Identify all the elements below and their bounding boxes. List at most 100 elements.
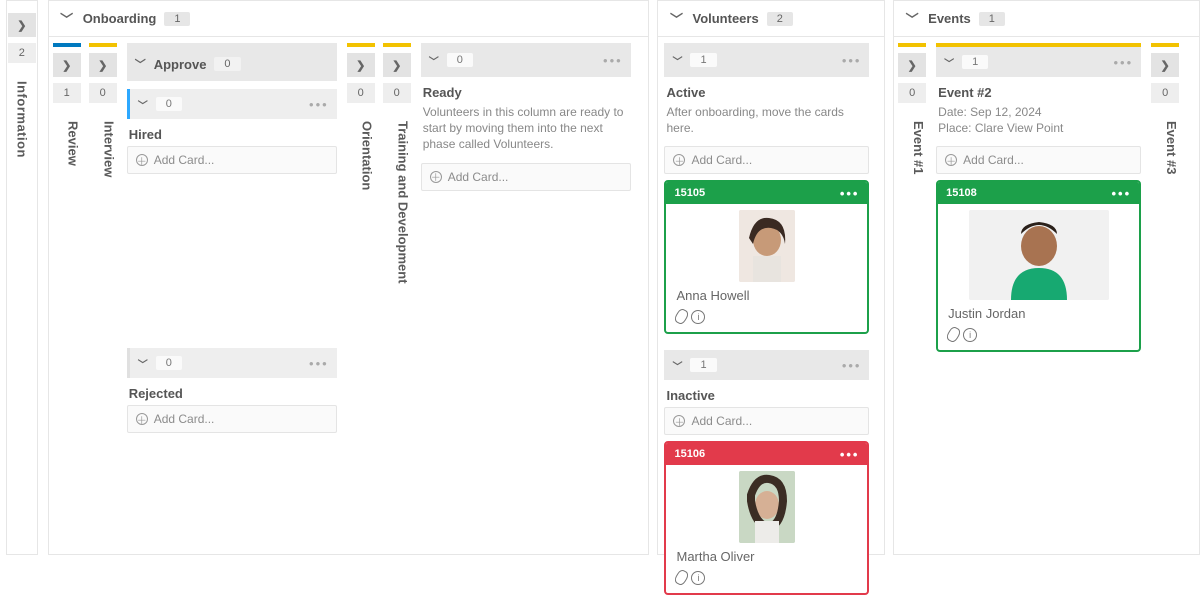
column-approve: ﹀ Approve 0 ﹀ 0 ••• Hired ＋ Add Card... [127,43,337,439]
card-name: Anna Howell [666,288,867,309]
collapse-ready-button[interactable]: ﹀ [429,53,439,68]
card-top: 15108 ••• [938,182,1139,204]
inactive-more-button[interactable]: ••• [842,358,862,373]
ready-count: 0 [447,53,473,67]
avatar [739,471,795,543]
onboarding-title: Onboarding [83,11,157,26]
avatar [739,210,795,282]
expand-event1-button[interactable]: ❯ [898,53,926,77]
event2-date: Date: Sep 12, 2024 [938,104,1139,120]
card-top: 15106 ••• [666,443,867,465]
card-more-button[interactable]: ••• [1112,186,1132,201]
rejected-count: 0 [156,356,182,370]
hired-more-button[interactable]: ••• [309,97,329,112]
expand-training-button[interactable]: ❯ [383,53,411,77]
collapse-volunteers-button[interactable]: ﹀ [668,11,684,27]
card-image-wrap [938,204,1139,306]
hired-count: 0 [156,97,182,111]
active-header: ﹀ 1 ••• [664,43,869,77]
hired-empty-space [127,180,337,340]
info-icon: i [691,571,705,585]
lane-onboarding: ﹀ Onboarding 1 ❯ 1 Review ❯ 0 Interview [48,0,650,555]
active-title: Active [666,85,867,100]
active-add-card[interactable]: ＋ Add Card... [664,146,869,174]
expand-review-button[interactable]: ❯ [53,53,81,77]
expand-interview-button[interactable]: ❯ [89,53,117,77]
avatar [969,210,1109,300]
plus-icon: ＋ [430,171,442,183]
card-martha-oliver[interactable]: 15106 ••• Martha Oliver i [664,441,869,595]
ready-description: Volunteers in this column are ready to s… [423,104,629,153]
chevron-right-icon: ❯ [98,59,107,72]
active-count: 1 [690,53,716,67]
card-anna-howell[interactable]: 15105 ••• Anna Howell i [664,180,869,334]
column-review-collapsed: ❯ 1 Review [53,43,81,554]
hired-title: Hired [129,127,335,142]
rejected-add-card-label: Add Card... [154,412,215,426]
interview-label: Interview [89,121,117,177]
information-count: 2 [8,43,36,63]
training-accent [383,43,411,47]
inactive-add-card[interactable]: ＋ Add Card... [664,407,869,435]
card-more-button[interactable]: ••• [840,447,860,462]
ready-add-card[interactable]: ＋ Add Card... [421,163,631,191]
collapse-active-button[interactable]: ﹀ [672,53,682,68]
expand-event3-button[interactable]: ❯ [1151,53,1179,77]
plus-icon: ＋ [136,413,148,425]
active-description: After onboarding, move the cards here. [666,104,867,136]
events-title: Events [928,11,971,26]
collapse-onboarding-button[interactable]: ﹀ [59,11,75,27]
event2-place: Place: Clare View Point [938,120,1139,136]
event1-count-badge: 0 [898,83,926,103]
onboarding-body: ❯ 1 Review ❯ 0 Interview ﹀ Approve 0 [49,37,649,554]
hired-add-card-label: Add Card... [154,153,215,167]
rejected-header: ﹀ 0 ••• [127,348,337,378]
hired-header: ﹀ 0 ••• [127,89,337,119]
event3-count-badge: 0 [1151,83,1179,103]
training-count-badge: 0 [383,83,411,103]
rejected-add-card[interactable]: ＋ Add Card... [127,405,337,433]
review-count-badge: 1 [53,83,81,103]
ready-more-button[interactable]: ••• [603,53,623,68]
expand-orientation-button[interactable]: ❯ [347,53,375,77]
event2-add-card-label: Add Card... [963,153,1024,167]
card-name: Justin Jordan [938,306,1139,327]
training-label: Training and Development [383,121,411,284]
card-justin-jordan[interactable]: 15108 ••• Justin Jordan i [936,180,1141,352]
collapse-events-button[interactable]: ﹀ [904,11,920,27]
card-footer: i [938,327,1139,350]
lane-information-collapsed: ❯ 2 Information [6,0,38,555]
orientation-accent [347,43,375,47]
volunteers-header: ﹀ Volunteers 2 [658,1,884,37]
interview-count-badge: 0 [89,83,117,103]
inactive-add-card-label: Add Card... [691,414,752,428]
collapse-event2-button[interactable]: ﹀ [944,55,954,70]
card-top: 15105 ••• [666,182,867,204]
active-more-button[interactable]: ••• [842,53,862,68]
collapse-hired-button[interactable]: ﹀ [138,97,148,112]
lane-volunteers: ﹀ Volunteers 2 ﹀ 1 ••• Active After onbo… [657,0,885,555]
card-name: Martha Oliver [666,549,867,570]
chevron-right-icon: ❯ [17,19,26,32]
information-label: Information [14,81,29,158]
hired-add-card[interactable]: ＋ Add Card... [127,146,337,174]
event2-more-button[interactable]: ••• [1114,55,1134,70]
collapse-inactive-button[interactable]: ﹀ [672,358,682,373]
attachment-icon [673,308,690,326]
column-training-collapsed: ❯ 0 Training and Development [383,43,411,554]
event2-add-card[interactable]: ＋ Add Card... [936,146,1141,174]
event3-accent [1151,43,1179,47]
column-orientation-collapsed: ❯ 0 Orientation [347,43,375,554]
inactive-title: Inactive [666,388,867,403]
event2-title: Event #2 [938,85,1139,100]
rejected-more-button[interactable]: ••• [309,356,329,371]
event2-header: ﹀ 1 ••• [936,43,1141,77]
card-more-button[interactable]: ••• [840,186,860,201]
plus-icon: ＋ [136,154,148,166]
ready-header: ﹀ 0 ••• [421,43,631,77]
expand-information-button[interactable]: ❯ [8,13,36,37]
ready-title: Ready [423,85,629,100]
approve-title: Approve [154,57,207,72]
collapse-rejected-button[interactable]: ﹀ [138,356,148,371]
collapse-approve-button[interactable]: ﹀ [135,56,146,72]
